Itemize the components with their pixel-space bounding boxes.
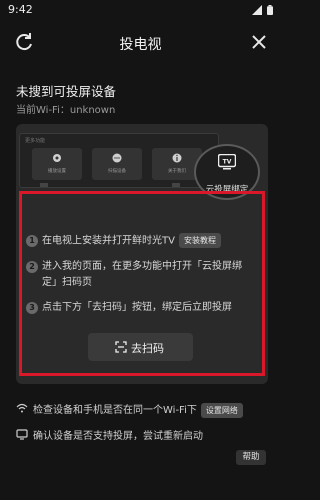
- close-icon[interactable]: [247, 30, 271, 54]
- tv-icon: TV: [218, 154, 236, 170]
- wifi-icon: [16, 403, 28, 413]
- info-icon: [172, 153, 182, 163]
- status-time: 9:42: [8, 3, 33, 16]
- step-text: 点击下方「去扫码」按钮，绑定后立即投屏: [42, 302, 232, 313]
- step-number: 1: [26, 235, 38, 247]
- battery-icon: [267, 5, 273, 15]
- tv-stand: [172, 183, 180, 187]
- step-number: 2: [26, 261, 38, 273]
- status-bar: 9:42: [0, 0, 281, 22]
- status-icons: [252, 5, 273, 15]
- tv-stand: [40, 183, 48, 187]
- tv-tile-label: 播放设置: [48, 169, 66, 174]
- network-settings-button[interactable]: 设置网络: [200, 402, 243, 418]
- tv-tile-label: 扫描设备: [108, 169, 126, 174]
- step-number: 3: [26, 302, 38, 314]
- no-device-title: 未搜到可投屏设备: [16, 84, 117, 99]
- screen-icon: [16, 429, 28, 440]
- help-button[interactable]: 帮助: [236, 450, 266, 465]
- settings-icon: [53, 154, 61, 162]
- tv-tile: 扫描设备: [92, 148, 142, 180]
- tv-tile: 播放设置: [32, 148, 82, 180]
- scan-icon: [115, 341, 127, 353]
- tv-menu-title: 更多功能: [25, 138, 46, 144]
- current-wifi: 当前Wi-Fi：unknown: [16, 105, 116, 116]
- header: 投电视: [0, 26, 281, 60]
- install-guide-button[interactable]: 安装教程: [178, 233, 221, 248]
- tip-text: 确认设备是否支持投屏，尝试重新启动: [33, 431, 203, 442]
- chat-icon: [112, 153, 122, 163]
- tv-icon-text: TV: [223, 159, 232, 166]
- step-text: 进入我的页面，在更多功能中打开「云投屏绑 定」扫码页: [42, 261, 242, 288]
- step-text: 在电视上安装并打开鲜时光TV 安装教程: [42, 233, 221, 250]
- tv-preview: 更多功能 播放设置 扫描设备 关于我们: [19, 133, 219, 188]
- signal-icon: [252, 5, 262, 15]
- scan-button[interactable]: 去扫码: [88, 333, 193, 361]
- tip-text: 检查设备和手机是否在同一个Wi-Fi下 设置网络: [33, 401, 243, 418]
- page-title: 投电视: [119, 37, 162, 53]
- scan-button-label: 去扫码: [131, 342, 164, 355]
